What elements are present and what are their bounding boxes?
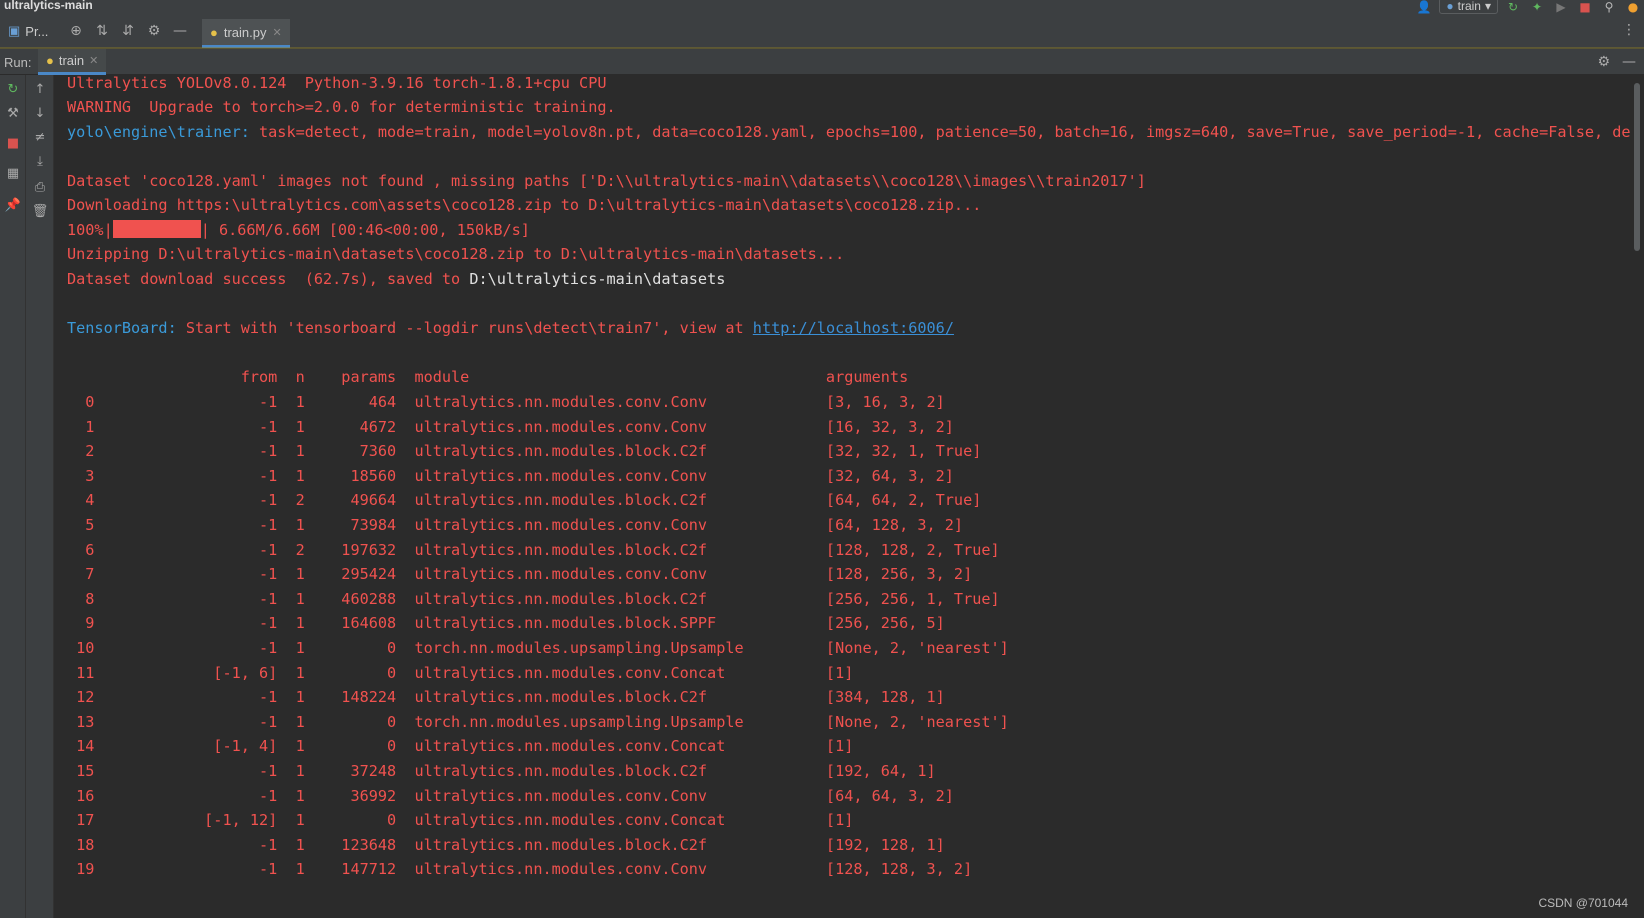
table-row: 13 -1 1 0 torch.nn.modules.upsampling.Up… <box>67 712 1009 731</box>
user-icon[interactable]: 👤 <box>1415 0 1433 14</box>
print-icon[interactable]: ⎙ <box>28 177 52 197</box>
soft-wrap-icon[interactable]: ≠ <box>28 127 52 147</box>
tensorboard-link[interactable]: http://localhost:6006/ <box>753 319 954 337</box>
pin-icon[interactable]: 📌 <box>1 195 25 215</box>
table-row: 14 [-1, 4] 1 0 ultralytics.nn.modules.co… <box>67 737 854 756</box>
console-line: Dataset 'coco128.yaml' images not found … <box>67 172 1146 190</box>
project-name: ultralytics-main <box>4 0 93 12</box>
project-tools: ⊕ ⇅ ⇵ ⚙ — <box>66 22 190 40</box>
table-row: 6 -1 2 197632 ultralytics.nn.modules.blo… <box>67 540 1000 559</box>
table-row: 9 -1 1 164608 ultralytics.nn.modules.blo… <box>67 614 945 633</box>
trainer-prefix: yolo\engine\trainer: <box>67 123 250 141</box>
project-tab-label: Pr... <box>25 23 49 39</box>
more-icon[interactable]: ⋮ <box>1622 22 1636 38</box>
table-row: 18 -1 1 123648 ultralytics.nn.modules.bl… <box>67 835 945 854</box>
scroll-to-end-icon[interactable]: ⤓ <box>28 151 52 171</box>
console-line: yolo\engine\trainer: task=detect, mode=t… <box>67 120 1630 145</box>
table-header: from n params module arguments <box>67 368 909 386</box>
console-line: Downloading https:\ultralytics.com\asset… <box>67 196 982 214</box>
table-row: 16 -1 1 36992 ultralytics.nn.modules.con… <box>67 786 954 805</box>
console-line: WARNING Upgrade to torch>=2.0.0 for dete… <box>67 98 616 116</box>
watermark: CSDN @701044 <box>1538 896 1628 910</box>
run-tab-label: train <box>58 53 85 68</box>
title-bar: ultralytics-main 👤 ● train ▾ ↻ ✦ ▶ ■ ⚲ ● <box>0 0 1644 14</box>
run-label: Run: <box>4 55 32 70</box>
close-icon[interactable]: ✕ <box>273 26 282 39</box>
gear-icon[interactable]: ⚙ <box>144 22 164 40</box>
table-row: 1 -1 1 4672 ultralytics.nn.modules.conv.… <box>67 417 954 436</box>
arrow-up-icon[interactable]: ↑ <box>28 79 52 99</box>
arrow-down-icon[interactable]: ↓ <box>28 103 52 123</box>
title-toolbar: 👤 ● train ▾ ↻ ✦ ▶ ■ ⚲ ● <box>1415 0 1644 14</box>
trainer-args: task=detect, mode=train, model=yolov8n.p… <box>249 123 1630 141</box>
chevron-down-icon: ▾ <box>1484 0 1491 13</box>
locate-icon[interactable]: ⊕ <box>66 22 86 40</box>
download-success-text: Dataset download success (62.7s), saved … <box>67 270 470 288</box>
run-config-label: train <box>1457 0 1481 13</box>
stop-icon[interactable]: ■ <box>1576 0 1594 14</box>
file-tab-label: train.py <box>223 24 267 40</box>
project-tool-tab[interactable]: ▣ Pr... <box>8 23 48 39</box>
progress-line: 100%| | 6.66M/6.66M [00:46<00:00, 150kB/s… <box>67 218 530 243</box>
tensorboard-text: Start with 'tensorboard --logdir runs\de… <box>176 319 753 337</box>
console-line: TensorBoard: Start with 'tensorboard --l… <box>67 316 954 341</box>
run-tab-train[interactable]: ● train ✕ <box>38 49 107 75</box>
stop-icon[interactable]: ■ <box>1 133 25 153</box>
close-icon[interactable]: ✕ <box>89 54 98 67</box>
search-icon[interactable]: ⚲ <box>1600 0 1618 14</box>
update-icon[interactable]: ● <box>1624 0 1642 14</box>
download-path: D:\ultralytics-main\datasets <box>469 270 726 288</box>
wrench-icon[interactable]: ⚒ <box>1 103 25 123</box>
python-icon: ● <box>1446 0 1454 13</box>
tensorboard-prefix: TensorBoard: <box>67 319 177 337</box>
minimize-icon[interactable]: — <box>170 22 190 40</box>
table-row: 3 -1 1 18560 ultralytics.nn.modules.conv… <box>67 466 954 485</box>
run-tool-header: Run: ● train ✕ ⚙ — <box>0 49 1644 75</box>
project-icon: ▣ <box>8 23 21 38</box>
minimize-icon[interactable]: — <box>1622 54 1636 70</box>
progress-bar <box>112 220 201 238</box>
editor-tab-bar: ▣ Pr... ⊕ ⇅ ⇵ ⚙ — ● train.py ✕ ⋮ <box>0 14 1644 48</box>
table-row: 11 [-1, 6] 1 0 ultralytics.nn.modules.co… <box>67 663 854 682</box>
python-icon: ● <box>46 53 54 68</box>
table-row: 12 -1 1 148224 ultralytics.nn.modules.bl… <box>67 688 945 707</box>
table-row: 8 -1 1 460288 ultralytics.nn.modules.blo… <box>67 589 1000 608</box>
table-row: 2 -1 1 7360 ultralytics.nn.modules.block… <box>67 442 982 461</box>
debug-icon[interactable]: ✦ <box>1528 0 1546 14</box>
table-row: 19 -1 1 147712 ultralytics.nn.modules.co… <box>67 860 973 879</box>
console-line: Unzipping D:\ultralytics-main\datasets\c… <box>67 245 845 263</box>
table-row: 4 -1 2 49664 ultralytics.nn.modules.bloc… <box>67 491 982 510</box>
collapse-all-icon[interactable]: ⇵ <box>118 22 138 40</box>
console-line: Dataset download success (62.7s), saved … <box>67 267 725 292</box>
progress-percent: 100%| <box>67 221 113 239</box>
rerun-icon[interactable]: ↻ <box>1 79 25 99</box>
console-output[interactable]: Ultralytics YOLOv8.0.124 Python-3.9.16 t… <box>54 75 1630 918</box>
console-actions-toolbar: ↑ ↓ ≠ ⤓ ⎙ 🗑 <box>26 75 54 918</box>
table-row: 0 -1 1 464 ultralytics.nn.modules.conv.C… <box>67 393 945 411</box>
table-row: 10 -1 1 0 torch.nn.modules.upsampling.Up… <box>67 639 1009 657</box>
tab-train-py[interactable]: ● train.py ✕ <box>202 19 290 48</box>
table-row: 15 -1 1 37248 ultralytics.nn.modules.blo… <box>67 762 936 780</box>
profile-icon[interactable]: ▶ <box>1552 0 1570 14</box>
run-actions-toolbar: ↻ ⚒ ■ ▦ 📌 <box>0 75 26 918</box>
console-line: Ultralytics YOLOv8.0.124 Python-3.9.16 t… <box>67 75 607 92</box>
rerun-icon[interactable]: ↻ <box>1504 0 1522 14</box>
table-row: 7 -1 1 295424 ultralytics.nn.modules.con… <box>67 565 973 584</box>
trash-icon[interactable]: 🗑 <box>28 201 52 221</box>
console-scrollbar[interactable] <box>1630 75 1644 918</box>
run-config-selector[interactable]: ● train ▾ <box>1439 0 1498 14</box>
scrollbar-thumb[interactable] <box>1634 83 1640 251</box>
layout-icon[interactable]: ▦ <box>1 163 25 183</box>
expand-all-icon[interactable]: ⇅ <box>92 22 112 40</box>
progress-tail: | 6.66M/6.66M [00:46<00:00, 150kB/s] <box>200 221 530 239</box>
table-row: 17 [-1, 12] 1 0 ultralytics.nn.modules.c… <box>67 811 854 830</box>
gear-icon[interactable]: ⚙ <box>1597 54 1610 70</box>
table-row: 5 -1 1 73984 ultralytics.nn.modules.conv… <box>67 516 964 534</box>
python-file-icon: ● <box>210 24 218 40</box>
